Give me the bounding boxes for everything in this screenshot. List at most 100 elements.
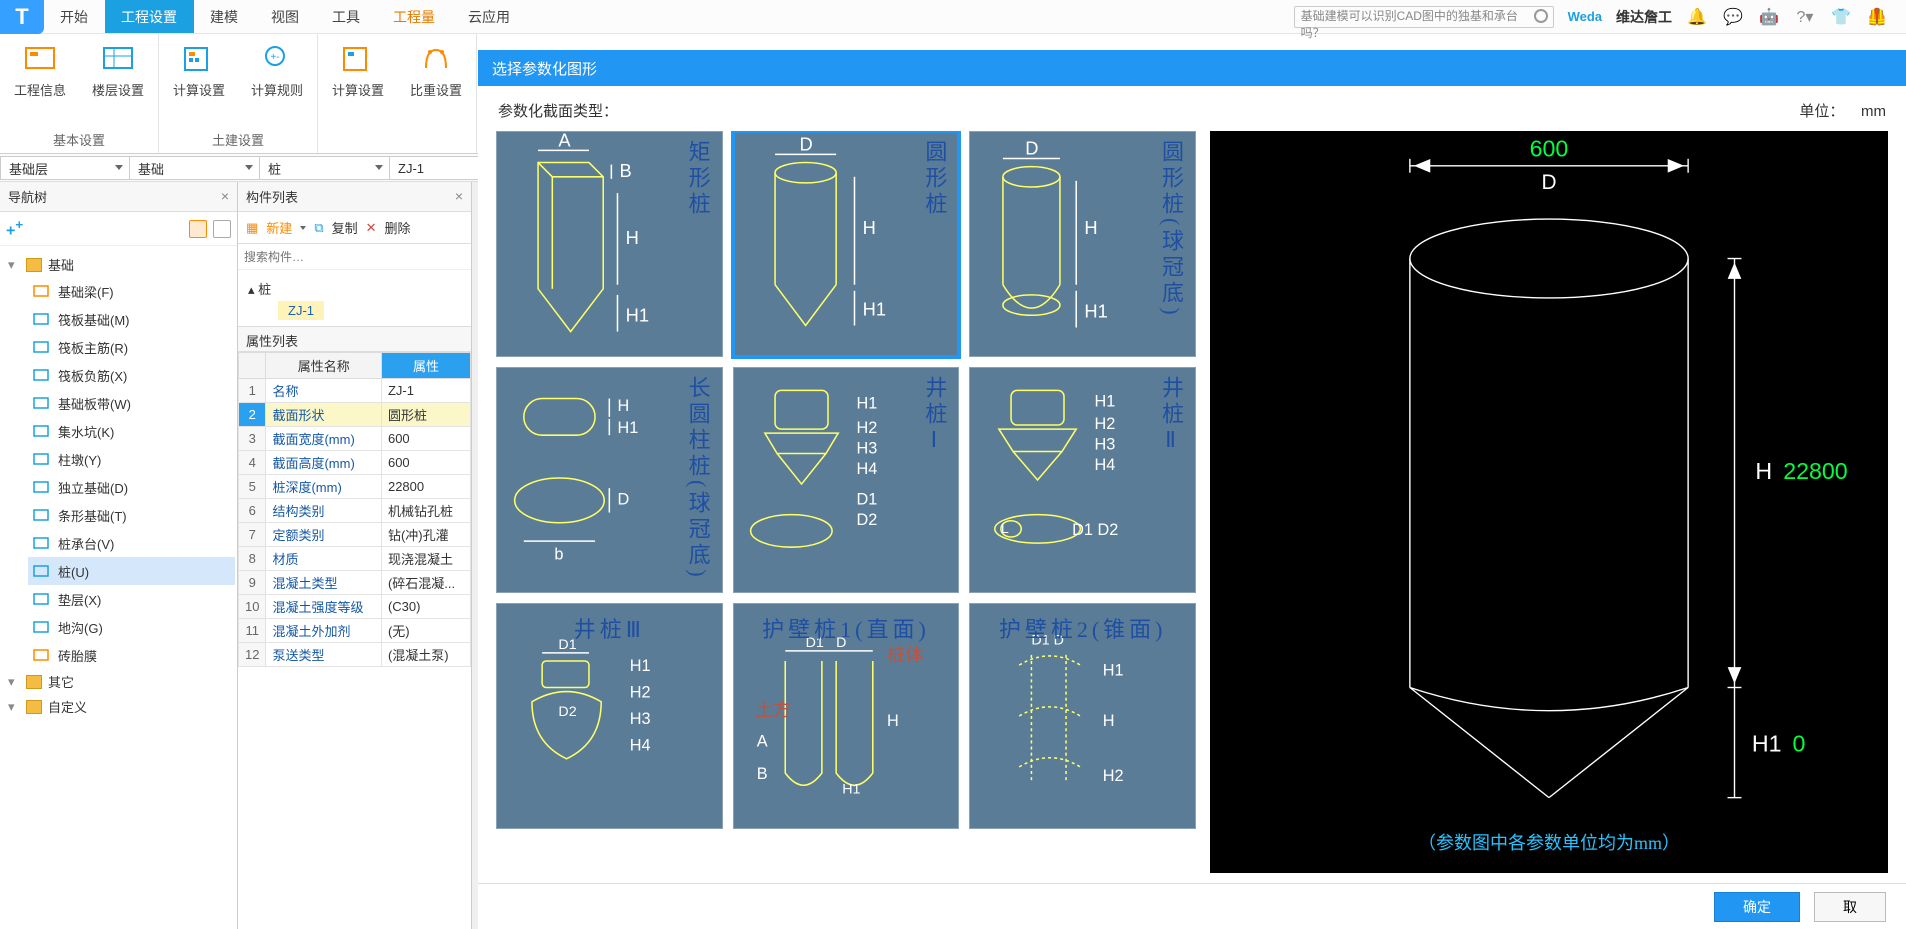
prop-row[interactable]: 1名称ZJ-1 [239, 379, 471, 403]
prop-val[interactable]: 22800 [381, 475, 470, 499]
ribbon-button[interactable]: 楼层设置 [90, 38, 146, 99]
bell-icon[interactable]: 🔔 [1686, 6, 1708, 28]
nav-item-F[interactable]: 基础梁(F) [28, 277, 235, 305]
help-icon[interactable]: ?▾ [1794, 6, 1816, 28]
nav-header: 导航树 × [0, 182, 237, 212]
nav-item-X2[interactable]: 垫层(X) [28, 585, 235, 613]
nav-item-T[interactable]: 条形基础(T) [28, 501, 235, 529]
copy-button[interactable]: 复制 [332, 218, 358, 237]
fold-icon: ▾ [8, 257, 20, 273]
shape-card-6[interactable]: D1D2H1H2H3H4井桩Ⅲ [496, 603, 723, 829]
prop-row[interactable]: 3截面宽度(mm)600 [239, 427, 471, 451]
svg-text:H: H [862, 217, 875, 238]
top-tab-6[interactable]: 云应用 [452, 0, 527, 33]
shape-card-2[interactable]: DHH1圆形桩(球冠底) [969, 131, 1196, 357]
top-tab-4[interactable]: 工具 [316, 0, 377, 33]
nav-item-U[interactable]: 桩(U) [28, 557, 235, 585]
prop-val[interactable]: 600 [381, 451, 470, 475]
prop-val[interactable]: 600 [381, 427, 470, 451]
prop-name: 材质 [266, 547, 382, 571]
ribbon-button[interactable]: +-计算规则 [249, 38, 305, 99]
view-list-icon[interactable] [189, 220, 207, 238]
chat-icon[interactable]: 💬 [1722, 6, 1744, 28]
prop-row[interactable]: 6结构类别机械钻孔桩 [239, 499, 471, 523]
ribbon-button[interactable]: 工程信息 [12, 38, 68, 99]
top-tab-3[interactable]: 视图 [255, 0, 316, 33]
nav-item-X[interactable]: 筏板负筋(X) [28, 361, 235, 389]
vest-icon[interactable]: 🦺 [1866, 6, 1888, 28]
top-tab-0[interactable]: 开始 [44, 0, 105, 33]
prop-row[interactable]: 11混凝土外加剂(无) [239, 619, 471, 643]
component-search-input[interactable] [244, 247, 465, 267]
prop-row[interactable]: 5桩深度(mm)22800 [239, 475, 471, 499]
shape-card-5[interactable]: H1H2H3H4D1 D2L井桩Ⅱ [969, 367, 1196, 593]
top-tab-2[interactable]: 建模 [194, 0, 255, 33]
prop-row[interactable]: 7定额类别钻(冲)孔灌 [239, 523, 471, 547]
nav-item-K[interactable]: 集水坑(K) [28, 417, 235, 445]
filter-select-0[interactable]: 基础层 [0, 156, 130, 180]
nav-item-R[interactable]: 筏板主筋(R) [28, 333, 235, 361]
ribbon-button[interactable]: 计算设置 [171, 38, 227, 99]
prop-val[interactable]: 圆形桩 [381, 403, 470, 427]
svg-text:D1 D2: D1 D2 [1072, 521, 1118, 539]
prop-row[interactable]: 12泵送类型(混凝土泵) [239, 643, 471, 667]
tree-node[interactable]: ▴ 桩 [248, 276, 461, 301]
svg-text:H1: H1 [862, 298, 885, 319]
component-panel: 构件列表 × ▦ 新建 ⧉ 复制 ✕ 删除 ▴ 桩 ZJ-1 属性列表 属性名称 [238, 182, 472, 929]
ribbon-button[interactable]: 比重设置 [408, 38, 464, 99]
prop-row[interactable]: 2截面形状圆形桩 [239, 403, 471, 427]
shape-card-3[interactable]: HH1bD长圆柱桩(球冠底) [496, 367, 723, 593]
tree-leaf[interactable]: ZJ-1 [278, 301, 324, 320]
prop-row[interactable]: 9混凝土类型(碎石混凝... [239, 571, 471, 595]
prop-val[interactable]: (C30) [381, 595, 470, 619]
top-tab-5[interactable]: 工程量 [377, 0, 452, 33]
search-input[interactable]: 基础建模可以识别CAD图中的独基和承台吗？ [1294, 6, 1554, 28]
view-grid-icon[interactable] [213, 220, 231, 238]
shape-card-8[interactable]: D1 DH1HH2护壁桩2(锥面) [969, 603, 1196, 829]
tree-group[interactable]: ▾其它 [2, 669, 235, 694]
nav-item-label: 筏板基础(M) [58, 310, 130, 329]
nav-item-M[interactable]: 筏板基础(M) [28, 305, 235, 333]
delete-button[interactable]: 删除 [385, 218, 411, 237]
prop-val[interactable]: 钻(冲)孔灌 [381, 523, 470, 547]
component-close-icon[interactable]: × [455, 188, 463, 204]
top-tab-1[interactable]: 工程设置 [105, 0, 194, 33]
nav-item-D[interactable]: 独立基础(D) [28, 473, 235, 501]
nav-item-Y[interactable]: 柱墩(Y) [28, 445, 235, 473]
nav-close-icon[interactable]: × [221, 188, 229, 204]
prop-val[interactable]: 现浇混凝土 [381, 547, 470, 571]
prop-val[interactable]: (混凝土泵) [381, 643, 470, 667]
component-search[interactable] [238, 244, 471, 270]
nav-item-G[interactable]: 地沟(G) [28, 613, 235, 641]
shape-card-0[interactable]: ABHH1矩形桩 [496, 131, 723, 357]
svg-text:D1: D1 [856, 490, 877, 508]
nav-item-Z[interactable]: 砖胎膜 [28, 641, 235, 669]
filter-select-2[interactable]: 桩 [260, 156, 390, 180]
prop-val[interactable]: (碎石混凝... [381, 571, 470, 595]
shape-card-1[interactable]: DHH1圆形桩 [733, 131, 960, 357]
prop-val[interactable]: ZJ-1 [381, 379, 470, 403]
nav-item-V[interactable]: 桩承台(V) [28, 529, 235, 557]
prop-row[interactable]: 10混凝土强度等级(C30) [239, 595, 471, 619]
ribbon-button[interactable]: 计算设置 [330, 38, 386, 99]
tree-group[interactable]: ▾基础 [2, 252, 235, 277]
prop-val[interactable]: (无) [381, 619, 470, 643]
prop-name: 结构类别 [266, 499, 382, 523]
chevron-down-icon[interactable] [300, 226, 306, 230]
add-icon[interactable]: ++ [6, 217, 23, 240]
filter-select-1[interactable]: 基础 [130, 156, 260, 180]
ok-button[interactable]: 确定 [1714, 892, 1800, 922]
robot-icon[interactable]: 🤖 [1758, 6, 1780, 28]
tree-group[interactable]: ▾自定义 [2, 694, 235, 719]
prop-row[interactable]: 8材质现浇混凝土 [239, 547, 471, 571]
tshirt-icon[interactable]: 👕 [1830, 6, 1852, 28]
prop-val[interactable]: 机械钻孔桩 [381, 499, 470, 523]
prop-idx: 12 [239, 643, 266, 667]
svg-text:B: B [620, 160, 632, 181]
prop-row[interactable]: 4截面高度(mm)600 [239, 451, 471, 475]
cancel-button[interactable]: 取 [1814, 892, 1886, 922]
shape-card-4[interactable]: H1H2H3H4D1D2井桩Ⅰ [733, 367, 960, 593]
nav-item-W[interactable]: 基础板带(W) [28, 389, 235, 417]
new-button[interactable]: 新建 [266, 218, 292, 237]
shape-card-7[interactable]: 土方桩体D1DABHH1护壁桩1(直面) [733, 603, 960, 829]
